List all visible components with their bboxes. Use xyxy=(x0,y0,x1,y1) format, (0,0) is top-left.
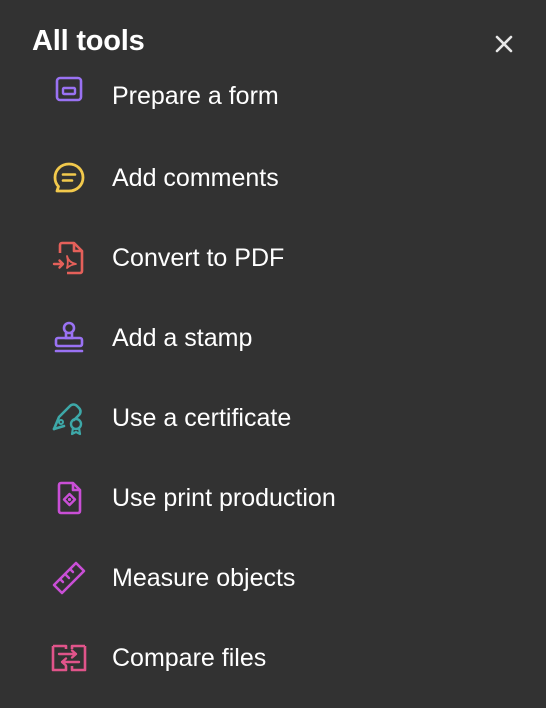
tool-item-add-stamp[interactable]: Add a stamp xyxy=(0,298,546,378)
close-button[interactable] xyxy=(488,28,520,60)
tool-item-measure-objects[interactable]: Measure objects xyxy=(0,538,546,618)
tool-item-print-production[interactable]: Use print production xyxy=(0,458,546,538)
tool-label: Convert to PDF xyxy=(112,244,285,272)
tool-label: Use print production xyxy=(112,484,336,512)
panel-title: All tools xyxy=(32,25,145,57)
convert-pdf-icon xyxy=(48,237,90,279)
prepare-form-icon xyxy=(48,72,90,114)
tool-label: Add a stamp xyxy=(112,324,253,352)
tool-item-add-comments[interactable]: Add comments xyxy=(0,138,546,218)
tool-item-certificate[interactable]: Use a certificate xyxy=(0,378,546,458)
ruler-icon xyxy=(48,557,90,599)
tool-label: Add comments xyxy=(112,164,279,192)
print-production-icon xyxy=(48,477,90,519)
compare-files-icon xyxy=(48,637,90,679)
tool-label: Measure objects xyxy=(112,564,296,592)
tool-item-compare-files[interactable]: Compare files xyxy=(0,618,546,698)
tool-label: Prepare a form xyxy=(112,82,279,110)
all-tools-panel: All tools Prepare a form Add comments Co… xyxy=(0,0,546,708)
tool-item-prepare-form[interactable]: Prepare a form xyxy=(0,58,546,138)
stamp-icon xyxy=(48,317,90,359)
tool-item-convert-pdf[interactable]: Convert to PDF xyxy=(0,218,546,298)
tool-label: Use a certificate xyxy=(112,404,292,432)
tool-label: Compare files xyxy=(112,644,267,672)
close-icon xyxy=(495,35,513,53)
comment-icon xyxy=(48,157,90,199)
certificate-icon xyxy=(48,397,90,439)
